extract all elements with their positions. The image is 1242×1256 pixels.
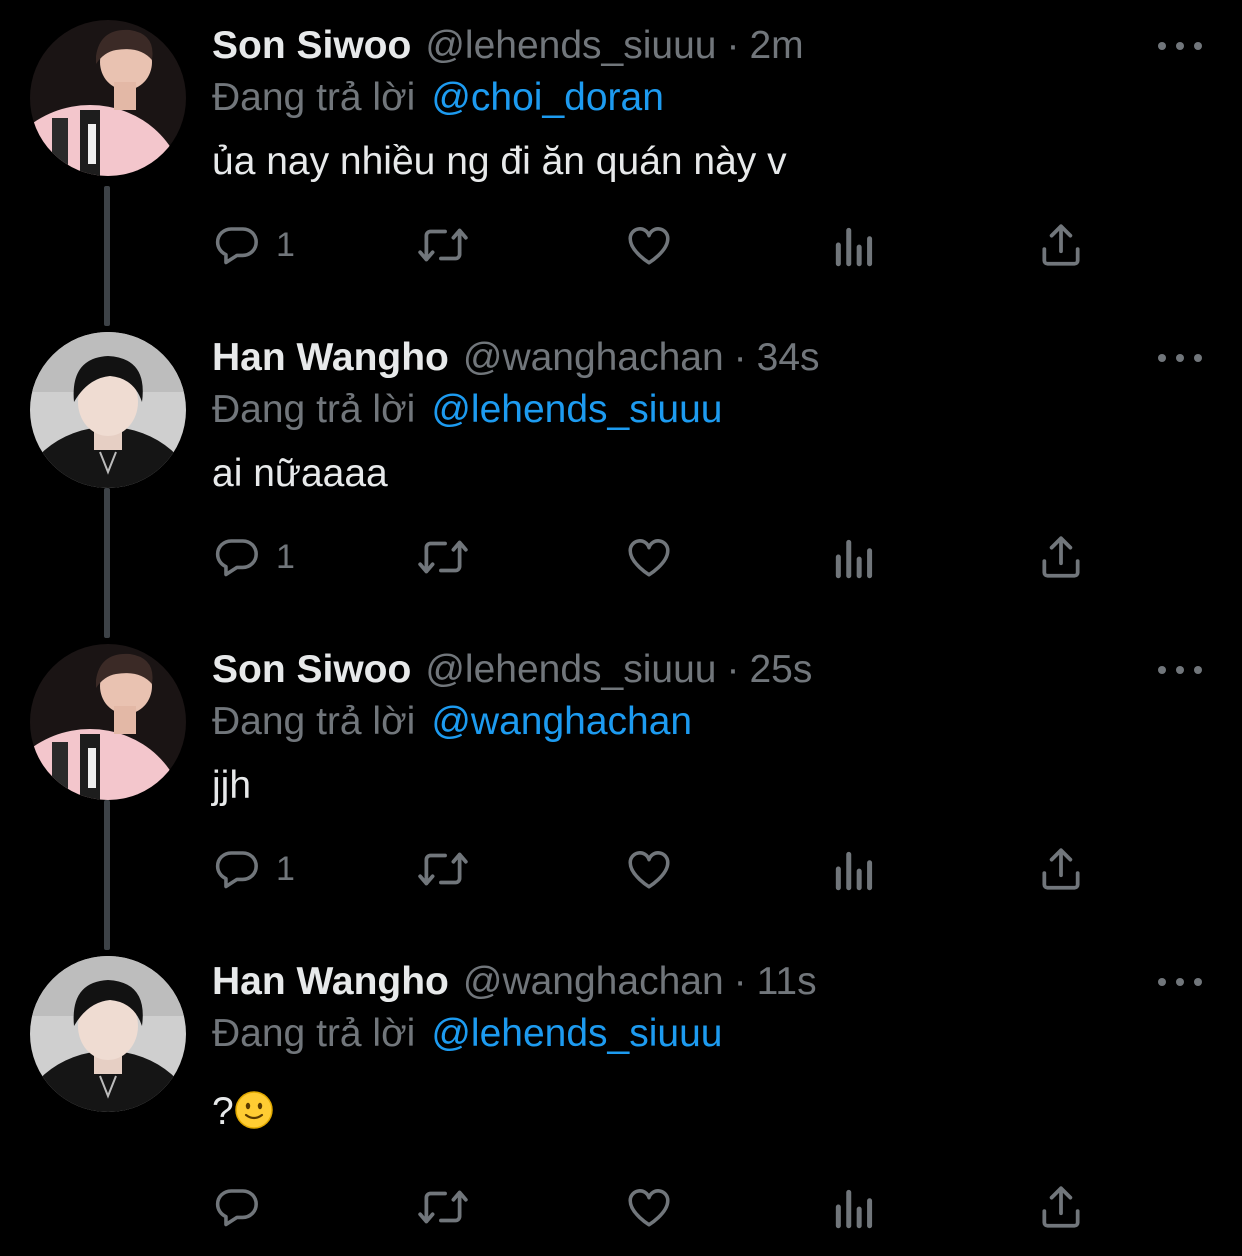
replying-to: Đang trả lời @lehends_siuuu [212, 384, 722, 436]
retweet-button[interactable] [416, 220, 470, 270]
tweet-header: Han Wangho @wanghachan · 11s [212, 956, 817, 1008]
separator: · [733, 336, 747, 379]
views-button[interactable] [832, 220, 878, 270]
share-button[interactable] [1036, 220, 1086, 270]
replying-label: Đang trả lời [212, 700, 416, 743]
retweet-button[interactable] [416, 844, 470, 894]
replying-to: Đang trả lời @wanghachan [212, 696, 692, 748]
tweet[interactable]: Son Siwoo @lehends_siuuu · 2m Đang trả l… [0, 0, 1242, 326]
share-icon [1042, 224, 1080, 266]
analytics-icon [835, 227, 873, 267]
heart-icon [628, 539, 670, 577]
reply-icon [215, 539, 258, 577]
replying-label: Đang trả lời [212, 1012, 416, 1055]
tweet-text: jjh [212, 764, 252, 807]
user-handle[interactable]: @wanghachan [463, 336, 724, 380]
views-button[interactable] [832, 844, 878, 894]
timestamp[interactable]: 2m [749, 24, 803, 68]
replying-to: Đang trả lời @lehends_siuuu [212, 1008, 722, 1060]
views-button[interactable] [832, 1182, 878, 1232]
reply-icon [215, 227, 258, 265]
avatar-son-siwoo[interactable] [30, 644, 186, 800]
action-bar: 1 [0, 208, 1242, 288]
reply-button[interactable]: 1 [212, 844, 295, 894]
replying-to: Đang trả lời @choi_doran [212, 72, 664, 124]
retweet-icon [418, 228, 468, 262]
mention-link[interactable]: @wanghachan [431, 700, 692, 744]
reply-count: 1 [276, 537, 295, 576]
retweet-button[interactable] [416, 532, 470, 582]
like-button[interactable] [624, 844, 674, 894]
heart-icon [628, 227, 670, 265]
timestamp[interactable]: 11s [757, 960, 817, 1004]
tweet-text: ai nữaaaa [212, 452, 388, 495]
avatar-son-siwoo[interactable] [30, 20, 186, 176]
user-handle[interactable]: @lehends_siuuu [425, 24, 716, 68]
retweet-icon [418, 1190, 468, 1224]
display-name[interactable]: Han Wangho [212, 336, 449, 380]
tweet[interactable]: Han Wangho @wanghachan · 11s Đang trả lờ… [0, 936, 1242, 1248]
like-button[interactable] [624, 532, 674, 582]
retweet-button[interactable] [416, 1182, 470, 1232]
reply-button[interactable]: 1 [212, 220, 295, 270]
timestamp[interactable]: 25s [749, 648, 812, 692]
user-handle[interactable]: @wanghachan [463, 960, 724, 1004]
tweet-text-content: ? [212, 1090, 234, 1133]
tweet-header: Son Siwoo @lehends_siuuu · 25s [212, 644, 812, 696]
analytics-icon [835, 851, 873, 891]
display-name[interactable]: Son Siwoo [212, 24, 411, 68]
like-button[interactable] [624, 220, 674, 270]
action-bar: 1 [0, 520, 1242, 600]
separator: · [726, 648, 740, 691]
reply-icon [215, 851, 258, 889]
tweet-header: Son Siwoo @lehends_siuuu · 2m [212, 20, 804, 72]
action-bar [0, 1170, 1242, 1250]
display-name[interactable]: Son Siwoo [212, 648, 411, 692]
slightly-smiling-face-icon [234, 1090, 274, 1140]
reply-count: 1 [276, 225, 295, 264]
reply-button[interactable]: 1 [212, 532, 295, 582]
mention-link[interactable]: @lehends_siuuu [431, 388, 722, 432]
separator: · [733, 960, 747, 1003]
tweet-text: ủa nay nhiều ng đi ăn quán này v [212, 140, 787, 183]
action-bar: 1 [0, 832, 1242, 912]
more-icon[interactable] [1158, 36, 1202, 56]
tweet-header: Han Wangho @wanghachan · 34s [212, 332, 820, 384]
tweet[interactable]: Han Wangho @wanghachan · 34s Đang trả lờ… [0, 312, 1242, 638]
heart-icon [628, 1189, 670, 1227]
timestamp[interactable]: 34s [757, 336, 820, 380]
replying-label: Đang trả lời [212, 76, 416, 119]
display-name[interactable]: Han Wangho [212, 960, 449, 1004]
analytics-icon [835, 539, 873, 579]
avatar-han-wangho[interactable] [30, 956, 186, 1112]
like-button[interactable] [624, 1182, 674, 1232]
tweet[interactable]: Son Siwoo @lehends_siuuu · 25s Đang trả … [0, 624, 1242, 950]
replying-label: Đang trả lời [212, 388, 416, 431]
retweet-icon [418, 852, 468, 886]
mention-link[interactable]: @lehends_siuuu [431, 1012, 722, 1056]
more-icon[interactable] [1158, 348, 1202, 368]
more-icon[interactable] [1158, 660, 1202, 680]
reply-count: 1 [276, 849, 295, 888]
retweet-icon [418, 540, 468, 574]
separator: · [726, 24, 740, 67]
avatar-han-wangho[interactable] [30, 332, 186, 488]
user-handle[interactable]: @lehends_siuuu [425, 648, 716, 692]
reply-icon [215, 1189, 258, 1227]
mention-link[interactable]: @choi_doran [431, 76, 664, 120]
reply-button[interactable] [212, 1182, 276, 1232]
views-button[interactable] [832, 532, 878, 582]
share-icon [1042, 1186, 1080, 1228]
heart-icon [628, 851, 670, 889]
share-button[interactable] [1036, 532, 1086, 582]
analytics-icon [835, 1189, 873, 1229]
more-icon[interactable] [1158, 972, 1202, 992]
share-button[interactable] [1036, 1182, 1086, 1232]
share-icon [1042, 536, 1080, 578]
tweet-text: ? [212, 1090, 274, 1140]
share-button[interactable] [1036, 844, 1086, 894]
share-icon [1042, 848, 1080, 890]
